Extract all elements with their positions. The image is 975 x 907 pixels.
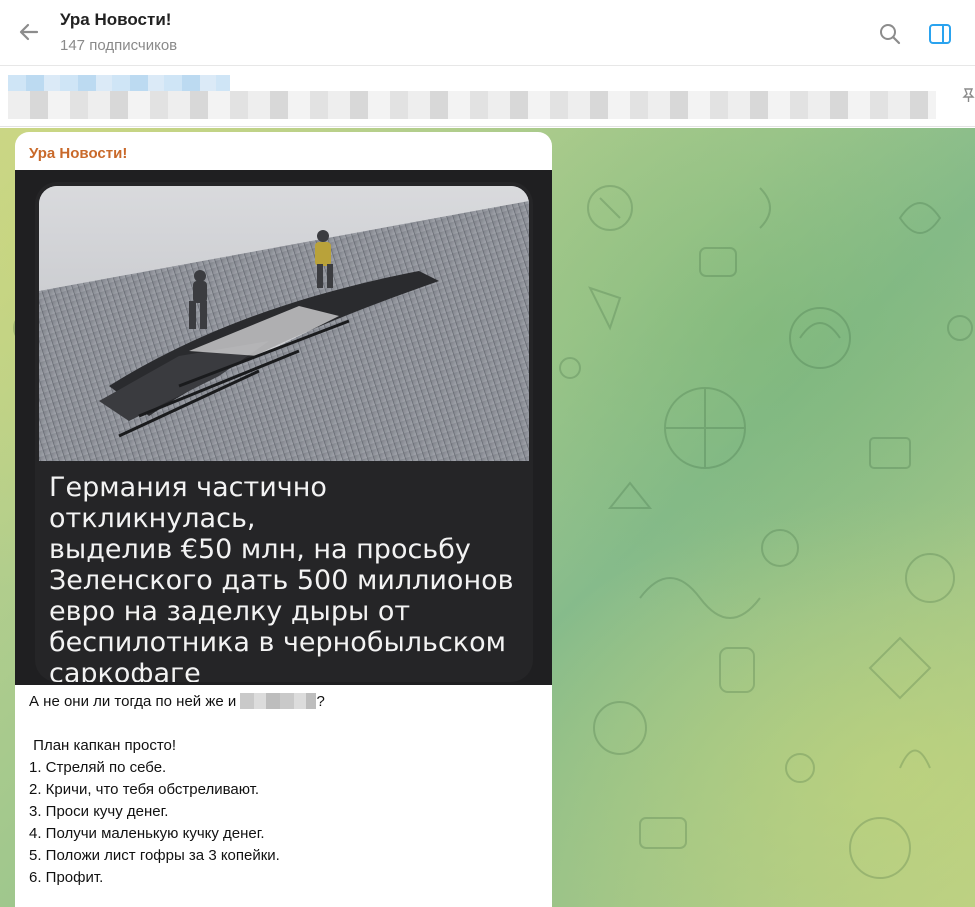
pinned-message-bar[interactable]	[0, 67, 975, 127]
roof-photo	[39, 186, 529, 461]
headline-line: Зеленского дать 500 миллионов	[49, 565, 514, 596]
intro-line: А не они ли тогда по ней же и ?	[29, 691, 539, 713]
sidebar-toggle-button[interactable]	[927, 21, 953, 47]
intro-text: А не они ли тогда по ней же и	[29, 693, 241, 710]
headline-line: выделив €50 млн, на просьбу	[49, 534, 471, 565]
message-media[interactable]: Германия частично откликнулась, выделив …	[15, 170, 552, 685]
headline-line: беспилотника в чернобыльском	[49, 627, 506, 658]
channel-title[interactable]: Ура Новости!	[60, 10, 171, 30]
chat-area[interactable]: Ура Новости! Германия частично откликнул…	[0, 128, 975, 907]
message-author[interactable]: Ура Новости!	[29, 145, 127, 162]
plan-step: 6. Профит.	[29, 869, 104, 886]
arrow-left-icon	[19, 23, 39, 41]
sidebar-toggle-icon	[929, 24, 951, 44]
plan-step: 2. Кричи, что тебя обстреливают.	[29, 781, 260, 798]
plan-step: 1. Стреляй по себе.	[29, 759, 167, 776]
message-bubble[interactable]: Ура Новости! Германия частично откликнул…	[15, 132, 552, 907]
plan-step: 3. Проси кучу денег.	[29, 803, 169, 820]
news-card-image: Германия частично откликнулась, выделив …	[35, 182, 533, 682]
plan-title: План капкан просто!	[29, 737, 177, 754]
pin-icon[interactable]	[962, 88, 975, 105]
headline-line: Германия частично откликнулась,	[49, 472, 327, 534]
headline-line: саркофаге	[49, 658, 201, 682]
headline-line: евро на заделку дыры от	[49, 596, 411, 627]
chat-header: Ура Новости! 147 подписчиков	[0, 0, 975, 66]
pinned-text-redacted	[8, 91, 936, 119]
intro-end: ?	[316, 693, 325, 710]
search-icon	[880, 24, 901, 45]
subscriber-count: 147 подписчиков	[60, 37, 178, 54]
redacted-word	[240, 693, 317, 709]
back-button[interactable]	[16, 19, 42, 45]
image-headline: Германия частично откликнулась, выделив …	[49, 472, 519, 682]
search-button[interactable]	[877, 21, 903, 47]
plan-step: 5. Положи лист гофры за 3 копейки.	[29, 847, 280, 864]
plan-step: 4. Получи маленькую кучку денег.	[29, 825, 265, 842]
message-text: А не они ли тогда по ней же и ? План кап…	[29, 691, 539, 889]
